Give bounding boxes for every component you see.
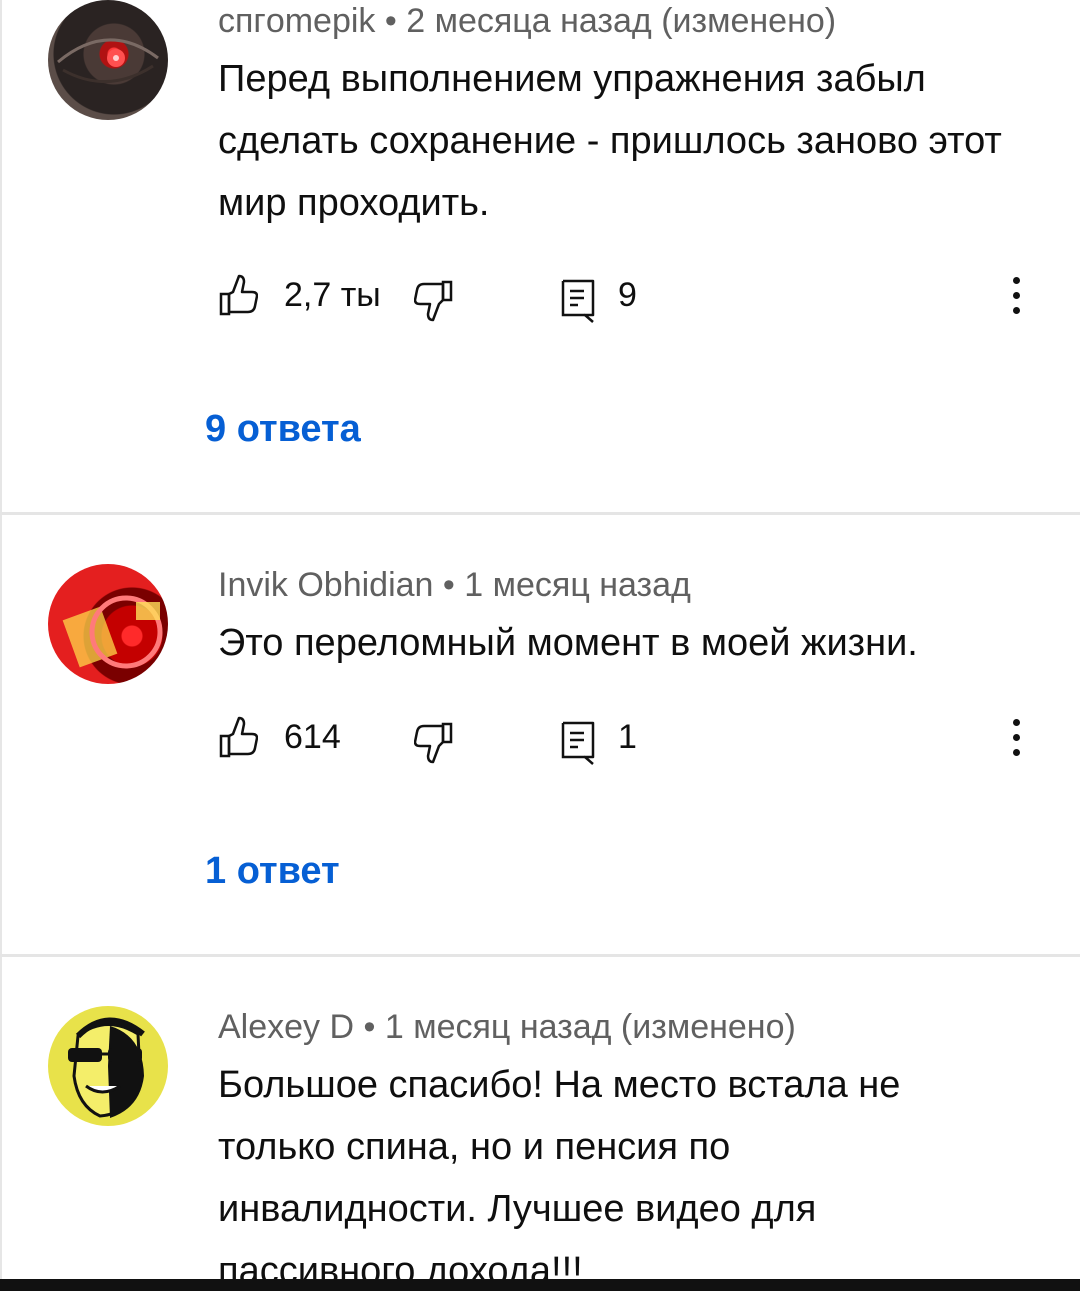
more-vertical-icon[interactable] <box>1006 272 1026 322</box>
comment-meta: Alexey D • 1 месяц назад (изменено) <box>218 1008 796 1047</box>
comment-meta: Invik Obhidian • 1 месяц назад <box>218 566 691 605</box>
reply-comment-icon[interactable] <box>560 720 600 766</box>
comment-author[interactable]: cпгomepik <box>218 2 375 40</box>
comment-time: 1 месяц назад <box>464 566 691 604</box>
meta-separator: • <box>363 1008 376 1046</box>
thumb-up-icon[interactable] <box>218 714 259 760</box>
view-replies-link[interactable]: 1 ответ <box>205 850 340 893</box>
avatar[interactable] <box>48 0 168 120</box>
avatar[interactable] <box>48 564 168 684</box>
divider <box>0 954 1080 957</box>
comment-text: Перед выполнением упражнения забыл сдела… <box>218 58 1002 224</box>
comment-text: Большое спасибо! На место встала не толь… <box>218 1064 901 1292</box>
meta-separator: • <box>384 2 397 40</box>
comment-actions: 2,7 ты 9 <box>218 272 1048 324</box>
comment-time: 1 месяц назад (изменено) <box>384 1008 796 1046</box>
more-vertical-icon[interactable] <box>1006 714 1026 764</box>
left-border <box>0 0 2 1291</box>
divider <box>0 512 1080 515</box>
view-replies-link[interactable]: 9 ответа <box>205 408 361 451</box>
reply-comment-icon[interactable] <box>560 278 600 324</box>
comment-author[interactable]: Alexey D <box>218 1008 354 1046</box>
avatar-eye-image <box>57 38 159 84</box>
meta-separator: • <box>442 566 455 604</box>
thumb-up-icon[interactable] <box>218 272 259 318</box>
screen-bottom-edge <box>0 1279 1080 1291</box>
comment-text: Это переломный момент в моей жизни. <box>218 622 918 664</box>
comment-author[interactable]: Invik Obhidian <box>218 566 433 604</box>
thumb-down-icon[interactable] <box>413 278 454 324</box>
reply-count: 1 <box>618 718 637 756</box>
thumb-down-icon[interactable] <box>413 720 454 766</box>
avatar-portrait-image <box>68 1017 145 1118</box>
like-count: 2,7 ты <box>284 276 381 314</box>
comment-time: 2 месяца назад (изменено) <box>406 2 837 40</box>
like-count: 614 <box>284 718 341 756</box>
reply-count: 9 <box>618 276 637 314</box>
avatar-neon-image <box>62 595 163 669</box>
comment-meta: cпгomepik • 2 месяца назад (изменено) <box>218 2 836 41</box>
comment-actions: 614 1 <box>218 714 1048 766</box>
avatar[interactable] <box>48 1006 168 1126</box>
